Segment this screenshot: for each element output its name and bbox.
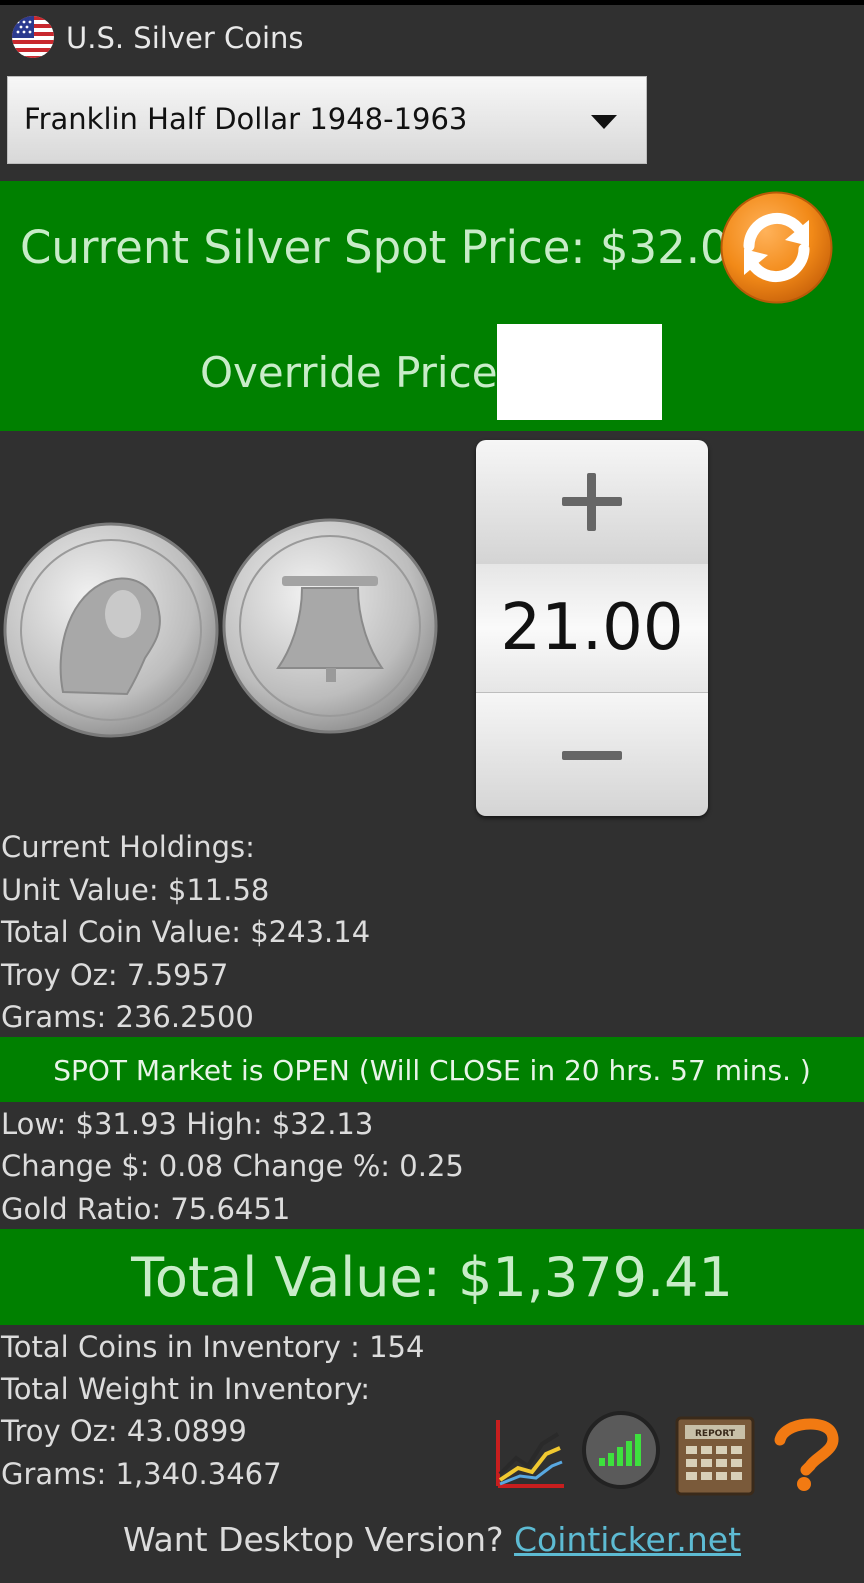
chart-icon[interactable]: [490, 1414, 570, 1494]
help-icon[interactable]: [766, 1414, 846, 1494]
cointicker-link[interactable]: Cointicker.net: [514, 1520, 741, 1559]
chevron-down-icon: [591, 115, 617, 129]
coin-obverse-image: [3, 522, 219, 738]
report-calculator-icon[interactable]: REPORT: [675, 1416, 755, 1496]
footer-text: Want Desktop Version?: [122, 1520, 515, 1559]
holdings-heading: Current Holdings:: [1, 830, 255, 864]
inventory-weight-heading: Total Weight in Inventory:: [1, 1372, 371, 1406]
plus-icon-vertical: [587, 473, 596, 531]
coin-type-selected: Franklin Half Dollar 1948-1963: [24, 102, 468, 136]
total-value-label: Total Value: $1,379.41: [131, 1246, 733, 1309]
app-title: U.S. Silver Coins: [66, 21, 304, 55]
total-coin-value: Total Coin Value: $243.14: [1, 915, 371, 949]
inventory-grams: Grams: 1,340.3467: [1, 1457, 282, 1491]
low-high: Low: $31.93 High: $32.13: [1, 1107, 374, 1141]
quantity-stepper: 21.00: [476, 440, 708, 816]
spot-price-label: Current Silver Spot Price: $32.01: [20, 221, 758, 274]
report-label: REPORT: [695, 1429, 736, 1439]
minus-icon: [562, 751, 622, 760]
override-price-input[interactable]: [497, 324, 662, 420]
inventory-troy-oz: Troy Oz: 43.0899: [1, 1414, 247, 1448]
refresh-icon[interactable]: [719, 190, 834, 305]
signal-icon[interactable]: [581, 1410, 661, 1490]
increment-button[interactable]: [476, 440, 708, 565]
holdings-grams: Grams: 236.2500: [1, 1000, 254, 1034]
coin-reverse-image: [222, 518, 438, 734]
change-values: Change $: 0.08 Change %: 0.25: [1, 1149, 464, 1183]
market-status-text: SPOT Market is OPEN (Will CLOSE in 20 hr…: [53, 1054, 811, 1087]
footer: Want Desktop Version? Cointicker.net: [0, 1518, 864, 1562]
decrement-button[interactable]: [476, 692, 708, 816]
us-flag-icon: [12, 16, 54, 58]
inventory-coins: Total Coins in Inventory : 154: [1, 1330, 425, 1364]
coin-type-dropdown[interactable]: Franklin Half Dollar 1948-1963: [7, 76, 647, 164]
override-price-label: Override Price:: [200, 348, 512, 397]
holdings-troy-oz: Troy Oz: 7.5957: [1, 958, 229, 992]
unit-value: Unit Value: $11.58: [1, 873, 270, 907]
quantity-value[interactable]: 21.00: [476, 564, 708, 692]
gold-ratio: Gold Ratio: 75.6451: [1, 1192, 291, 1226]
